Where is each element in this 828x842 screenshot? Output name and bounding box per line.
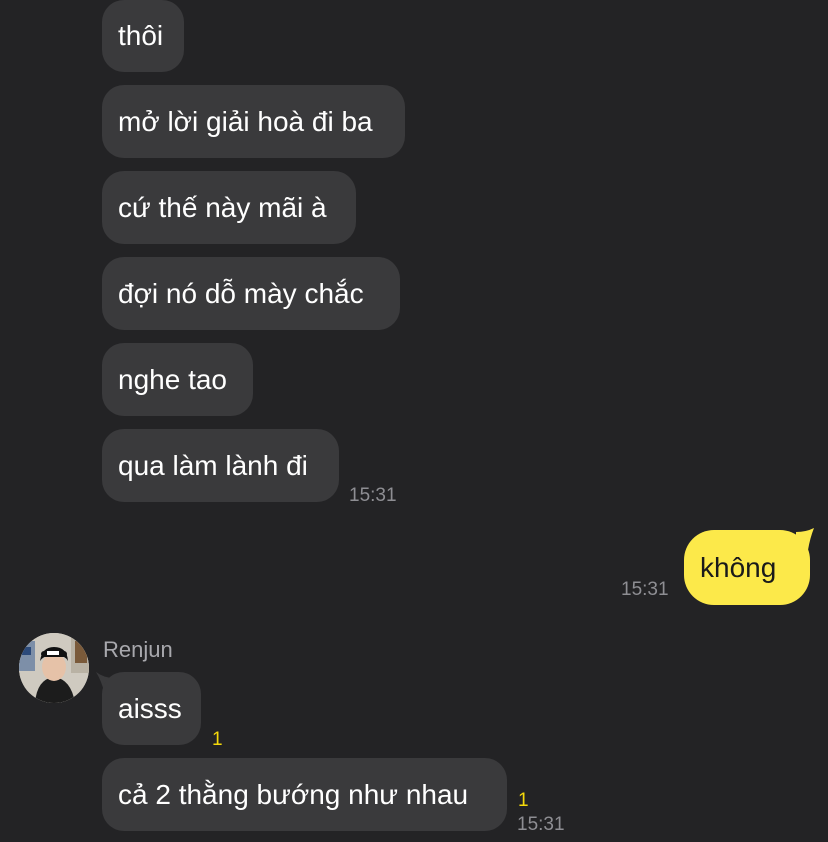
message-bubble[interactable]: qua làm lành đi	[102, 429, 339, 502]
message-text: không	[700, 551, 777, 583]
message-bubble[interactable]: mở lời giải hoà đi ba	[102, 85, 405, 158]
message-text: qua làm lành đi	[118, 449, 308, 481]
message-text: thôi	[118, 20, 164, 51]
unread-count: 1	[518, 790, 529, 811]
message-timestamp: 15:31	[349, 485, 397, 506]
unread-count: 1	[212, 729, 223, 750]
message-text: nghe tao	[118, 363, 227, 395]
message-text: mở lời giải hoà đi ba	[118, 105, 373, 137]
message-bubble[interactable]: đợi nó dỗ mày chắc	[102, 257, 400, 330]
avatar[interactable]	[19, 633, 89, 703]
message-bubble[interactable]: cả 2 thằng bướng như nhau	[102, 758, 507, 831]
message-text: cứ thế này mãi à	[118, 191, 327, 223]
message-timestamp: 15:31	[621, 579, 669, 600]
message-text: cả 2 thằng bướng như nhau	[118, 778, 469, 810]
message-bubble[interactable]: nghe tao	[102, 343, 253, 416]
message-bubble[interactable]: aisss	[102, 672, 201, 745]
message-bubble[interactable]: cứ thế này mãi à	[102, 171, 356, 244]
sender-name: Renjun	[103, 637, 173, 662]
bubble-tail-icon	[796, 528, 814, 550]
message-timestamp: 15:31	[517, 814, 565, 835]
message-text: aisss	[118, 692, 182, 724]
message-bubble[interactable]: thôi	[102, 0, 184, 72]
message-text: đợi nó dỗ mày chắc	[118, 277, 364, 309]
profile-avatar-icon	[19, 633, 89, 703]
outgoing-message-bubble[interactable]: không	[684, 530, 810, 605]
